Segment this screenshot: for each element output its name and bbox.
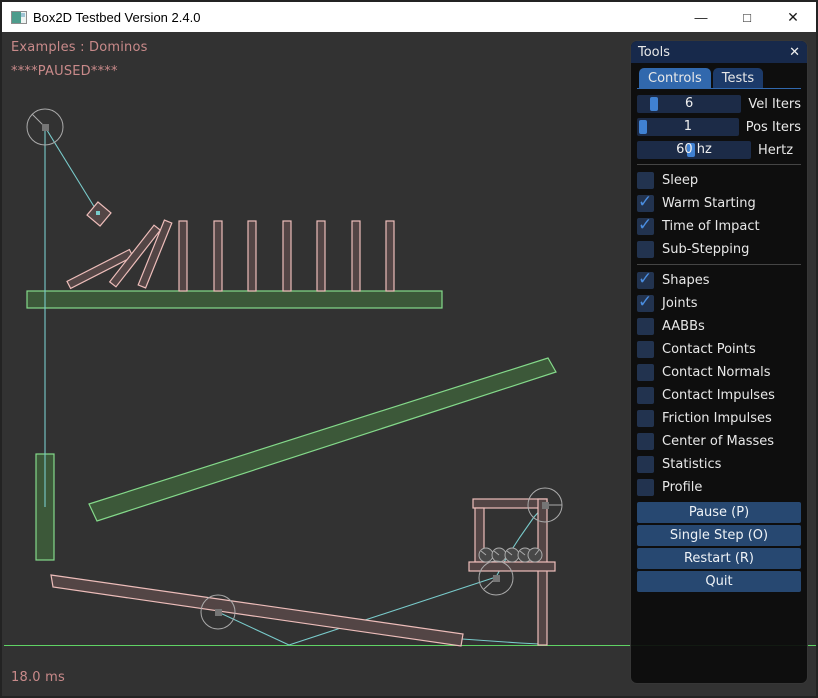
frame-time-label: 18.0 ms <box>11 670 65 685</box>
checkbox-shapes[interactable]: ✓ <box>637 272 654 289</box>
check-mark-icon: ✓ <box>638 192 652 212</box>
checkbox-contact-points[interactable] <box>637 341 654 358</box>
action-buttons: Pause (P)Single Step (O)Restart (R)Quit <box>637 502 801 592</box>
tab-tests[interactable]: Tests <box>713 68 763 88</box>
restart-button[interactable]: Restart (R) <box>637 548 801 569</box>
slider-pos-iters[interactable]: 1 <box>637 118 739 136</box>
tools-panel-title: Tools <box>638 45 789 60</box>
slider-label-pos-iters: Pos Iters <box>746 120 801 135</box>
solver-sliders: 6 Vel Iters 1 Pos Iters 60 hz Hertz <box>637 95 801 159</box>
check-mark-icon: ✓ <box>638 215 652 235</box>
minimize-button[interactable]: — <box>678 2 724 32</box>
tools-panel-body: ControlsTests 6 Vel Iters 1 Pos Iters 60 hz H… <box>631 63 807 592</box>
checkbox-label-center-of-masses: Center of Masses <box>662 434 774 449</box>
paused-label: ****PAUSED**** <box>11 64 118 79</box>
checkbox-row-aabbs[interactable]: AABBs <box>637 318 801 335</box>
slider-label-hertz: Hertz <box>758 143 793 158</box>
app-window: Box2D Testbed Version 2.4.0 — □ ✕ <box>0 0 818 698</box>
checkbox-row-friction-impulses[interactable]: Friction Impulses <box>637 410 801 427</box>
checkbox-row-profile[interactable]: Profile <box>637 479 801 496</box>
checkbox-profile[interactable] <box>637 479 654 496</box>
checkbox-row-shapes[interactable]: ✓ Shapes <box>637 272 801 289</box>
checkbox-row-warm-starting[interactable]: ✓ Warm Starting <box>637 195 801 212</box>
checkbox-contact-normals[interactable] <box>637 364 654 381</box>
slider-value-pos-iters: 1 <box>637 118 739 136</box>
checkbox-label-shapes: Shapes <box>662 273 709 288</box>
checkbox-aabbs[interactable] <box>637 318 654 335</box>
slider-hertz[interactable]: 60 hz <box>637 141 751 159</box>
app-icon <box>11 11 27 24</box>
checkbox-label-sleep: Sleep <box>662 173 698 188</box>
close-button[interactable]: ✕ <box>770 2 816 32</box>
checkbox-statistics[interactable] <box>637 456 654 473</box>
check-mark-icon: ✓ <box>638 269 652 289</box>
checkbox-row-joints[interactable]: ✓ Joints <box>637 295 801 312</box>
dominos <box>67 220 394 291</box>
single-step-button[interactable]: Single Step (O) <box>637 525 801 546</box>
draw-checkboxes: ✓ Shapes ✓ Joints AABBs Contact Points Contact… <box>637 272 801 496</box>
checkbox-label-warm-starting: Warm Starting <box>662 196 756 211</box>
physics-viewport[interactable]: Examples : Dominos ****PAUSED**** 18.0 m… <box>4 32 814 694</box>
checkbox-joints[interactable]: ✓ <box>637 295 654 312</box>
slider-label-vel-iters: Vel Iters <box>748 97 801 112</box>
checkbox-row-center-of-masses[interactable]: Center of Masses <box>637 433 801 450</box>
checkbox-row-time-of-impact[interactable]: ✓ Time of Impact <box>637 218 801 235</box>
checkbox-friction-impulses[interactable] <box>637 410 654 427</box>
pendulum-box <box>87 202 111 226</box>
balls <box>479 548 542 562</box>
checkbox-sleep[interactable] <box>637 172 654 189</box>
checkbox-row-contact-impulses[interactable]: Contact Impulses <box>637 387 801 404</box>
checkbox-contact-impulses[interactable] <box>637 387 654 404</box>
solver-checkboxes: Sleep ✓ Warm Starting ✓ Time of Impact Sub-St… <box>637 172 801 258</box>
tab-controls[interactable]: Controls <box>639 68 711 88</box>
tab-bar: ControlsTests <box>637 68 801 89</box>
slider-row-vel-iters: 6 Vel Iters <box>637 95 801 113</box>
checkbox-label-aabbs: AABBs <box>662 319 705 334</box>
checkbox-sub-stepping[interactable] <box>637 241 654 258</box>
checkbox-label-friction-impulses: Friction Impulses <box>662 411 772 426</box>
checkbox-label-sub-stepping: Sub-Stepping <box>662 242 749 257</box>
checkbox-row-contact-points[interactable]: Contact Points <box>637 341 801 358</box>
window-titlebar[interactable]: Box2D Testbed Version 2.4.0 — □ ✕ <box>2 2 816 32</box>
separator <box>637 164 801 165</box>
tools-panel-header[interactable]: Tools ✕ <box>631 41 807 63</box>
example-label: Examples : Dominos <box>11 40 148 55</box>
slider-value-vel-iters: 6 <box>637 95 741 113</box>
checkbox-label-contact-points: Contact Points <box>662 342 756 357</box>
checkbox-row-statistics[interactable]: Statistics <box>637 456 801 473</box>
checkbox-label-joints: Joints <box>662 296 698 311</box>
panel-close-icon[interactable]: ✕ <box>789 45 800 60</box>
checkbox-row-sleep[interactable]: Sleep <box>637 172 801 189</box>
checkbox-row-contact-normals[interactable]: Contact Normals <box>637 364 801 381</box>
checkbox-label-statistics: Statistics <box>662 457 721 472</box>
slider-value-hertz: 60 hz <box>637 141 751 159</box>
pause-button[interactable]: Pause (P) <box>637 502 801 523</box>
window-title: Box2D Testbed Version 2.4.0 <box>33 10 200 25</box>
checkbox-center-of-masses[interactable] <box>637 433 654 450</box>
checkbox-label-time-of-impact: Time of Impact <box>662 219 760 234</box>
checkbox-label-contact-impulses: Contact Impulses <box>662 388 775 403</box>
slider-row-pos-iters: 1 Pos Iters <box>637 118 801 136</box>
checkbox-row-sub-stepping[interactable]: Sub-Stepping <box>637 241 801 258</box>
checkbox-warm-starting[interactable]: ✓ <box>637 195 654 212</box>
seesaw-plank <box>51 575 463 646</box>
quit-button[interactable]: Quit <box>637 571 801 592</box>
separator <box>637 264 801 265</box>
check-mark-icon: ✓ <box>638 292 652 312</box>
checkbox-time-of-impact[interactable]: ✓ <box>637 218 654 235</box>
body-anchor-squares <box>42 124 549 616</box>
slider-vel-iters[interactable]: 6 <box>637 95 741 113</box>
checkbox-label-contact-normals: Contact Normals <box>662 365 771 380</box>
checkbox-label-profile: Profile <box>662 480 702 495</box>
maximize-button[interactable]: □ <box>724 2 770 32</box>
tools-panel: Tools ✕ ControlsTests 6 Vel Iters 1 Pos Ite… <box>630 40 808 684</box>
slider-row-hertz: 60 hz Hertz <box>637 141 801 159</box>
